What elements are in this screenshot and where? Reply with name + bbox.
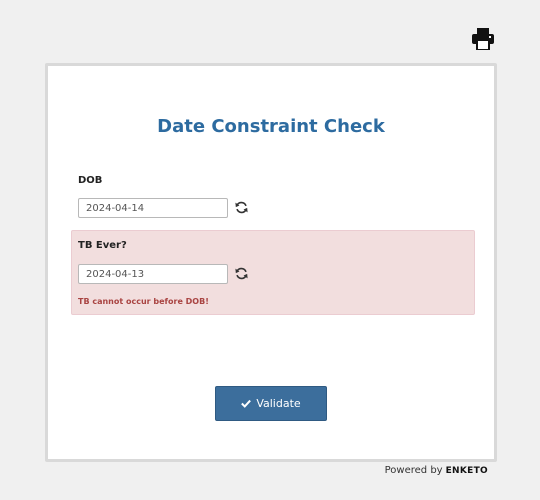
form-title: Date Constraint Check [157,116,385,137]
tb-ever-date-input[interactable] [78,264,228,284]
print-button[interactable] [471,28,495,51]
tb-ever-reset-button[interactable] [235,267,249,281]
powered-by-footer: Powered by ENKETO [385,465,488,476]
printer-icon [472,28,494,51]
validate-button[interactable]: Validate [215,386,327,421]
question-dob: DOB [71,166,473,230]
enketo-logo[interactable]: ENKETO [446,466,488,476]
dob-date-input[interactable] [78,198,228,218]
constraint-error-message: TB cannot occur before DOB! [78,297,209,306]
question-label: TB Ever? [78,240,127,251]
checkmark-icon [241,399,252,408]
question-label: DOB [78,175,103,186]
refresh-icon [235,201,248,214]
page: Date Constraint Check DOB TB Ever? [0,0,540,500]
dob-reset-button[interactable] [235,201,249,215]
powered-by-text: Powered by [384,465,443,476]
question-tb-ever: TB Ever? TB cannot occur before DOB! [71,230,475,315]
validate-button-label: Validate [256,397,301,410]
refresh-icon [235,267,248,280]
form-card: Date Constraint Check DOB TB Ever? [45,63,497,462]
